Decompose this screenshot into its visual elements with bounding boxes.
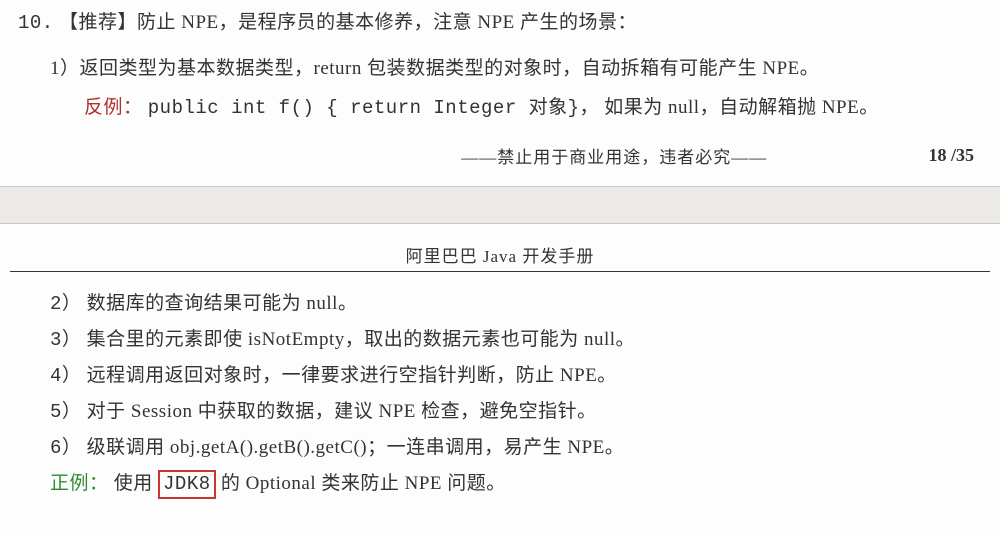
page-top-section: 10. 【推荐】防止 NPE，是程序员的基本修养，注意 NPE 产生的场景： 1… — [0, 8, 1000, 168]
footer-page-number: 18 /35 — [928, 145, 980, 166]
item-4-number: 4） — [50, 365, 81, 387]
page-footer: ——禁止用于商业用途，违者必究—— 18 /35 — [10, 143, 990, 168]
item-2-text: 数据库的查询结果可能为 null。 — [81, 293, 357, 314]
item-5-text: 对于 Session 中获取的数据，建议 NPE 检查，避免空指针。 — [81, 401, 596, 422]
rule-10-item-3: 3） 集合里的元素即使 isNotEmpty，取出的数据元素也可能为 null。 — [50, 322, 990, 358]
jdk8-highlight-box: JDK8 — [158, 470, 216, 499]
page-gap — [0, 186, 1000, 224]
positive-before: 使用 — [114, 473, 158, 494]
positive-example-line: 正例： 使用 JDK8 的 Optional 类来防止 NPE 问题。 — [50, 466, 990, 502]
item-3-number: 3） — [50, 329, 81, 351]
title-divider — [10, 271, 990, 272]
item-4-text: 远程调用返回对象时，一律要求进行空指针判断，防止 NPE。 — [81, 365, 616, 386]
counter-example-code: public int f() { return Integer 对象}， — [148, 97, 599, 119]
rule-number: 10. — [18, 12, 54, 34]
rule-10-item-5: 5） 对于 Session 中获取的数据，建议 NPE 检查，避免空指针。 — [50, 394, 990, 430]
rule-10-heading: 10. 【推荐】防止 NPE，是程序员的基本修养，注意 NPE 产生的场景： — [18, 8, 990, 38]
counter-example-line: 反例： public int f() { return Integer 对象}，… — [84, 91, 990, 125]
item-2-number: 2） — [50, 293, 81, 315]
rule-10-item-1: 1）返回类型为基本数据类型，return 包装数据类型的对象时，自动拆箱有可能产… — [50, 52, 990, 86]
item-3-text: 集合里的元素即使 isNotEmpty，取出的数据元素也可能为 null。 — [81, 329, 635, 350]
rule-10-item-4: 4） 远程调用返回对象时，一律要求进行空指针判断，防止 NPE。 — [50, 358, 990, 394]
positive-example-label: 正例： — [50, 473, 109, 494]
rule-10-item-6: 6） 级联调用 obj.getA().getB().getC()；一连串调用，易… — [50, 430, 990, 466]
item-6-text: 级联调用 obj.getA().getB().getC()；一连串调用，易产生 … — [81, 437, 624, 458]
rule-10-item-2: 2） 数据库的查询结果可能为 null。 — [50, 286, 990, 322]
item-6-number: 6） — [50, 437, 81, 459]
counter-example-tail: 如果为 null，自动解箱抛 NPE。 — [604, 97, 878, 118]
positive-after: 的 Optional 类来防止 NPE 问题。 — [216, 473, 506, 494]
page-bottom-section: 阿里巴巴 Java 开发手册 2） 数据库的查询结果可能为 null。 3） 集… — [0, 224, 1000, 503]
item-5-number: 5） — [50, 401, 81, 423]
counter-example-label: 反例： — [84, 97, 143, 118]
rule-tag: 【推荐】 — [59, 12, 137, 33]
document-title: 阿里巴巴 Java 开发手册 — [10, 224, 990, 271]
footer-center-text: ——禁止用于商业用途，违者必究—— — [300, 143, 928, 168]
rule-headline-rest: 防止 NPE，是程序员的基本修养，注意 NPE 产生的场景： — [137, 12, 637, 33]
